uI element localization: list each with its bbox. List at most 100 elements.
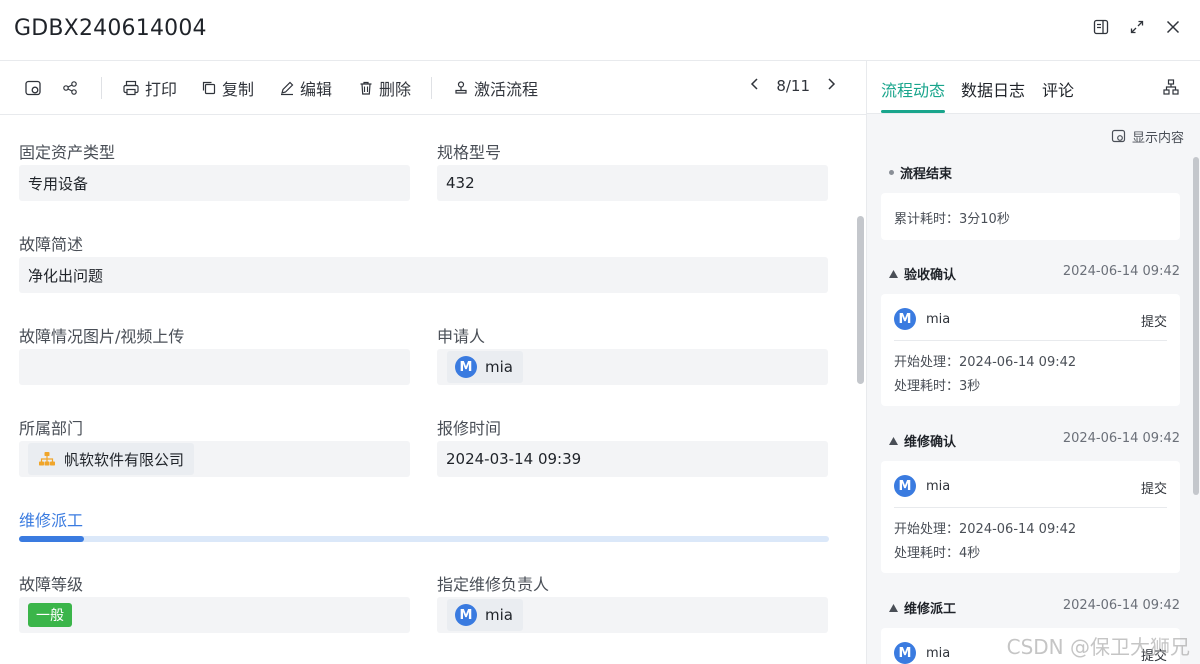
print-button[interactable]: 打印: [122, 76, 177, 100]
node-action: 提交: [1140, 482, 1167, 497]
tab-comments[interactable]: 评论: [1042, 77, 1074, 101]
spec-field[interactable]: 432: [437, 165, 828, 201]
copy-button[interactable]: 复制: [201, 76, 254, 100]
department-label: 所属部门: [19, 419, 84, 438]
end-node-card: 累计耗时：3分10秒: [881, 193, 1180, 240]
applicant-field[interactable]: M mia: [437, 349, 828, 385]
activate-flow-label: 激活流程: [474, 80, 539, 99]
node-card: M mia 提交 开始处理：2024-06-14 09:42 处理耗时：3秒: [881, 294, 1180, 406]
caret-up-icon: [889, 436, 898, 445]
end-node-title: 流程结束: [889, 163, 952, 182]
spec-label: 规格型号: [437, 143, 502, 162]
printer-icon: [123, 80, 139, 96]
node-title: 维修派工: [889, 598, 956, 617]
edit-label: 编辑: [300, 80, 333, 99]
tab-flow-activity[interactable]: 流程动态: [881, 77, 945, 101]
pager: 8/11: [750, 77, 836, 95]
delete-button[interactable]: 删除: [358, 76, 411, 100]
edit-button[interactable]: 编辑: [279, 76, 332, 100]
avatar: M: [894, 642, 916, 664]
pencil-icon: [281, 81, 294, 96]
caret-up-icon: [889, 269, 898, 278]
caret-up-icon: [889, 603, 898, 612]
watermark: CSDN @保卫大狮兄: [1006, 635, 1190, 659]
panel-tabs: 流程动态 数据日志 评论: [867, 61, 1200, 114]
node-elapsed: 处理耗时：4秒: [894, 546, 981, 561]
fault-level-tag: 一般: [28, 603, 72, 627]
avatar: M: [455, 604, 477, 626]
copy-icon: [202, 81, 216, 95]
expand-icon[interactable]: [1128, 18, 1146, 36]
toolbar: 打印 复制 编辑 删除 激活流程 8/11: [0, 61, 866, 115]
activity-panel: 流程动态 数据日志 评论 显示内容 流程结束 累计耗时：3分10秒 验收确认 2…: [866, 61, 1200, 664]
asset-type-value: 专用设备: [28, 174, 89, 193]
share-icon: [63, 81, 77, 95]
print-label: 打印: [145, 80, 178, 99]
department-field[interactable]: 帆软软件有限公司: [19, 441, 410, 477]
pager-position: 8/11: [776, 77, 810, 95]
report-time-value: 2024-03-14 09:39: [446, 450, 582, 468]
node-date: 2024-06-14 09:42: [1062, 598, 1180, 613]
fault-level-field[interactable]: 一般: [19, 597, 410, 633]
card-divider: [894, 507, 1167, 508]
org-chart-icon: [39, 452, 55, 466]
fault-desc-field[interactable]: 净化出问题: [19, 257, 828, 293]
stamp-icon: [455, 81, 467, 94]
avatar: M: [894, 475, 916, 497]
node-title: 验收确认: [889, 264, 956, 283]
chevron-left-icon[interactable]: [750, 77, 760, 95]
section-progress-track: [19, 536, 829, 542]
form-scrollbar[interactable]: [857, 216, 864, 384]
assignee-name: mia: [485, 606, 513, 624]
upload-label: 故障情况图片/视频上传: [19, 327, 185, 346]
applicant-label: 申请人: [437, 327, 486, 346]
node-action: 提交: [1140, 315, 1167, 330]
applicant-name: mia: [485, 358, 513, 376]
toolbar-separator: [431, 77, 432, 99]
node-start-time: 开始处理：2024-06-14 09:42: [894, 355, 1077, 370]
fault-desc-label: 故障简述: [19, 235, 84, 254]
chevron-right-icon[interactable]: [826, 77, 836, 95]
assignee-label: 指定维修负责人: [437, 575, 550, 594]
asset-type-field[interactable]: 专用设备: [19, 165, 410, 201]
assignee-field[interactable]: M mia: [437, 597, 828, 633]
panel-scrollbar[interactable]: [1193, 157, 1199, 495]
node-user: M mia: [894, 475, 950, 497]
applicant-chip: M mia: [447, 351, 523, 383]
title-bar: GDBX240614004: [0, 0, 1200, 61]
snapshot-button[interactable]: [24, 76, 42, 100]
report-time-field[interactable]: 2024-03-14 09:39: [437, 441, 828, 477]
copy-label: 复制: [222, 80, 255, 99]
toolbar-separator: [101, 77, 102, 99]
node-elapsed: 处理耗时：3秒: [894, 379, 981, 394]
activate-flow-button[interactable]: 激活流程: [453, 76, 538, 100]
active-tab-indicator: [881, 110, 945, 113]
flow-diagram-icon[interactable]: [1163, 79, 1179, 99]
show-content-toggle[interactable]: 显示内容: [1111, 127, 1184, 146]
spec-value: 432: [446, 174, 475, 192]
avatar: M: [894, 308, 916, 330]
node-user: M mia: [894, 308, 950, 330]
delete-label: 删除: [379, 80, 412, 99]
card-divider: [894, 340, 1167, 341]
sidebar-toggle-icon[interactable]: [1092, 18, 1110, 36]
node-user: M mia: [894, 642, 950, 664]
dot-icon: [889, 170, 894, 175]
node-card: M mia 提交 开始处理：2024-06-14 09:42 处理耗时：4秒: [881, 461, 1180, 573]
section-progress-fill: [19, 536, 84, 542]
node-start-time: 开始处理：2024-06-14 09:42: [894, 522, 1077, 537]
snapshot-icon: [25, 80, 41, 96]
department-chip: 帆软软件有限公司: [28, 443, 195, 475]
tab-data-log[interactable]: 数据日志: [961, 77, 1025, 101]
window-actions: [1092, 18, 1182, 36]
assignee-chip: M mia: [447, 599, 523, 631]
section-title: 维修派工: [19, 511, 84, 530]
share-button[interactable]: [62, 76, 78, 100]
close-icon[interactable]: [1164, 18, 1182, 36]
avatar: M: [455, 356, 477, 378]
upload-field[interactable]: [19, 349, 410, 385]
node-date: 2024-06-14 09:42: [1062, 264, 1180, 279]
total-elapsed: 累计耗时：3分10秒: [894, 212, 1010, 227]
node-title: 维修确认: [889, 431, 956, 450]
form-body: 固定资产类型 专用设备 规格型号 432 故障简述 净化出问题 故障情况图片/视…: [0, 116, 866, 664]
